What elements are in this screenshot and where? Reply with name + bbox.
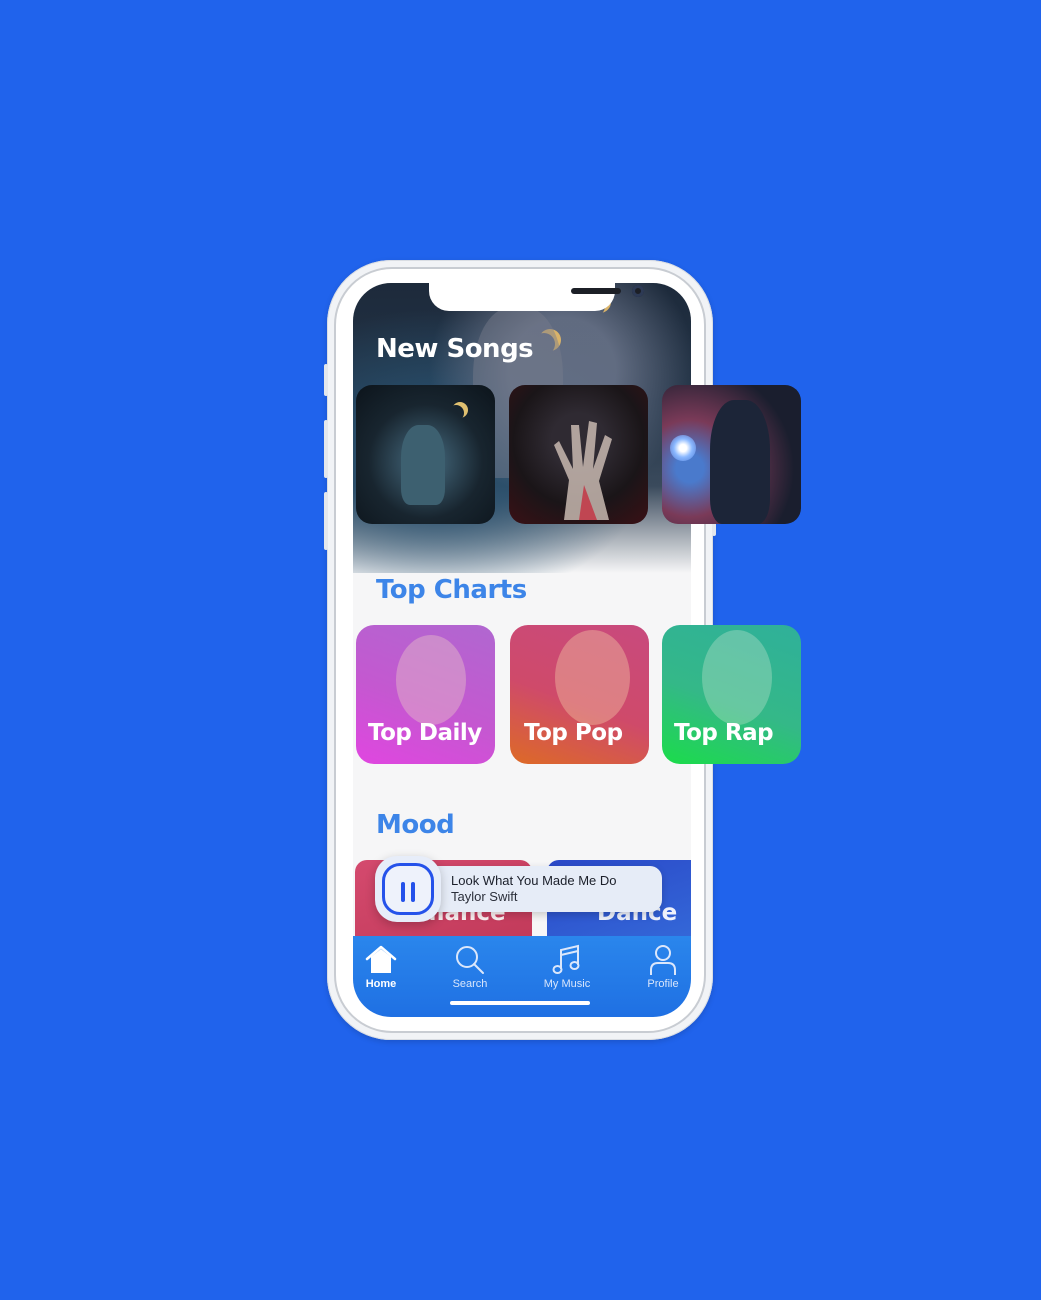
artist-portrait xyxy=(702,630,772,725)
now-playing-bar[interactable]: Look What You Made Me Do Taylor Swift xyxy=(406,866,662,912)
artist-portrait xyxy=(555,630,630,725)
section-title-top-charts: Top Charts xyxy=(376,575,527,605)
pause-button[interactable] xyxy=(375,856,441,922)
front-camera xyxy=(632,285,644,297)
pause-icon xyxy=(382,863,434,915)
new-song-card-2[interactable] xyxy=(509,385,648,524)
new-song-card-1[interactable] xyxy=(356,385,495,524)
now-playing-title: Look What You Made Me Do xyxy=(451,873,617,888)
tab-label: My Music xyxy=(543,978,591,990)
speaker xyxy=(571,288,621,294)
tab-my-music[interactable]: My Music xyxy=(537,944,597,994)
volume-down-button xyxy=(324,492,328,550)
bottom-tab-bar: Home Search My Music Profile xyxy=(353,936,691,1017)
tab-search[interactable]: Search xyxy=(440,944,500,994)
tab-label: Profile xyxy=(647,978,679,990)
music-note-icon xyxy=(552,944,580,974)
home-icon xyxy=(365,945,397,973)
chart-card-top-daily[interactable]: Top Daily xyxy=(356,625,495,764)
user-icon xyxy=(650,945,676,975)
section-title-new-songs: New Songs xyxy=(376,334,534,364)
new-song-card-3[interactable] xyxy=(662,385,801,524)
tab-home[interactable]: Home xyxy=(351,944,411,994)
home-indicator xyxy=(450,1001,590,1005)
glowing-orb xyxy=(670,435,696,461)
now-playing-artist: Taylor Swift xyxy=(451,889,518,904)
tab-label: Home xyxy=(365,978,397,990)
tab-profile[interactable]: Profile xyxy=(633,944,693,994)
chart-card-top-pop[interactable]: Top Pop xyxy=(510,625,649,764)
mute-switch xyxy=(324,364,328,396)
search-icon xyxy=(456,946,484,974)
chart-card-top-rap[interactable]: Top Rap xyxy=(662,625,801,764)
chart-label: Top Rap xyxy=(674,720,774,746)
album-art-figure xyxy=(710,400,770,524)
section-title-mood: Mood xyxy=(376,810,455,840)
album-art-hand xyxy=(554,421,612,520)
chart-label: Top Daily xyxy=(368,720,482,746)
volume-up-button xyxy=(324,420,328,478)
artist-portrait xyxy=(396,635,466,725)
pause-bar xyxy=(411,882,415,902)
album-art-figure xyxy=(401,425,445,505)
chart-label: Top Pop xyxy=(524,720,623,746)
moon-decoration xyxy=(448,405,464,421)
tab-label: Search xyxy=(452,978,488,990)
notch xyxy=(429,283,644,311)
pause-bar xyxy=(401,882,405,902)
